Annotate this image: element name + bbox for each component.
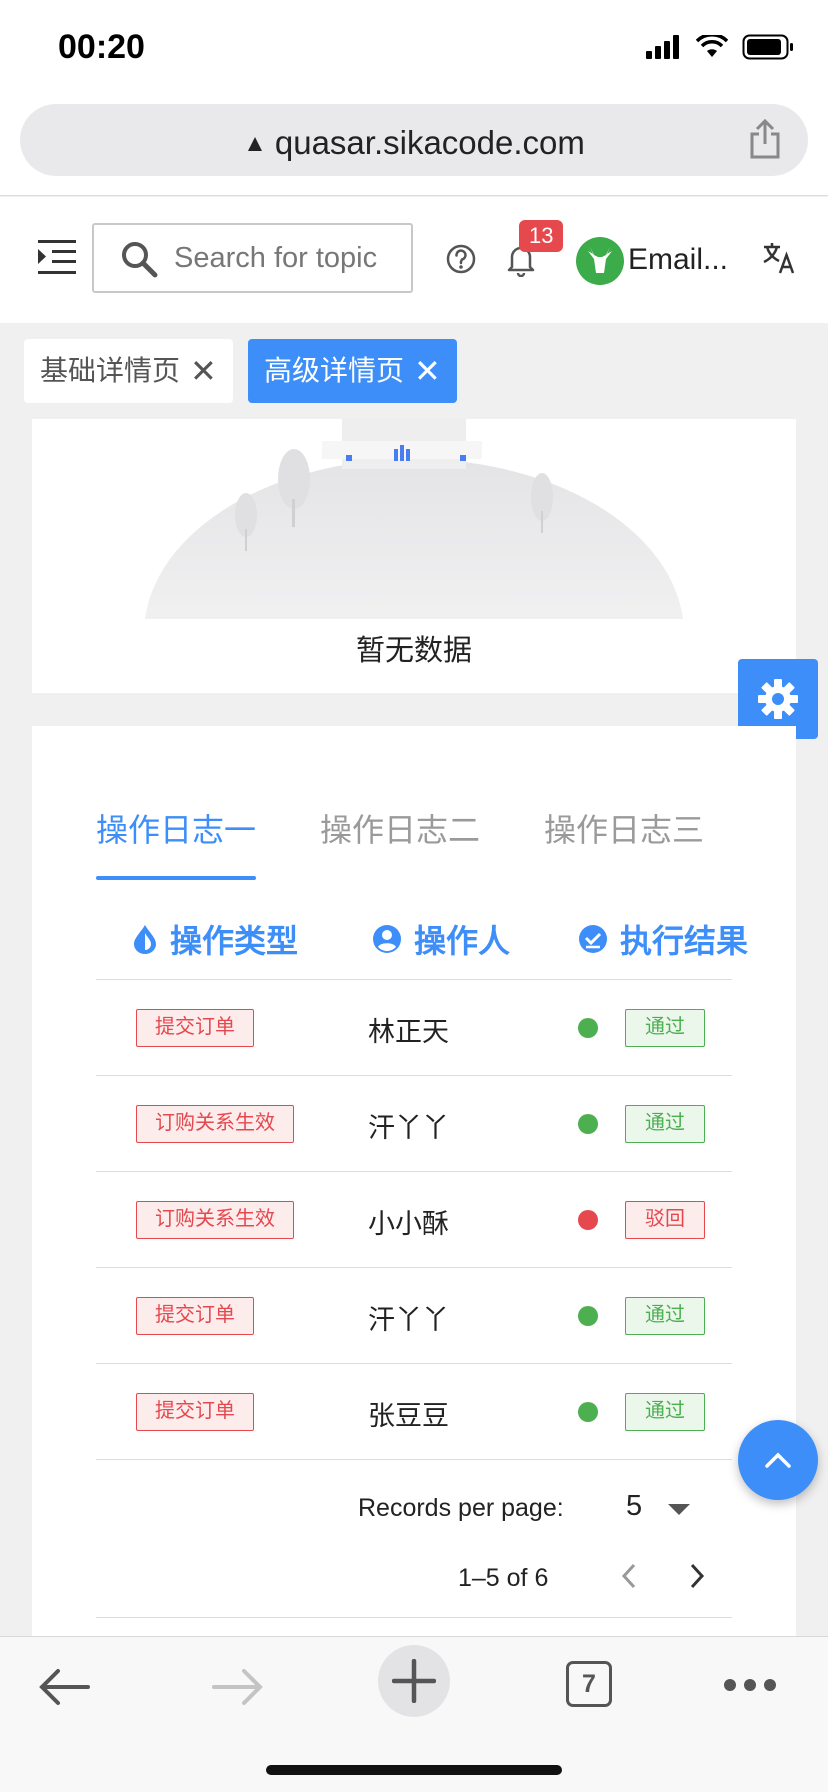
wifi-icon (696, 35, 728, 57)
page-tab-advanced-detail[interactable]: 高级详情页 ✕ (248, 339, 457, 403)
close-icon[interactable]: ✕ (190, 355, 217, 387)
tab-switcher-button[interactable]: 7 (566, 1661, 612, 1707)
operator-name: 汗丫丫 (368, 1113, 449, 1143)
result-badge: 通过 (625, 1393, 705, 1431)
back-arrow-icon[interactable] (38, 1667, 90, 1707)
more-dot (764, 1679, 776, 1691)
status-icons (646, 34, 794, 60)
operation-log-table: 操作类型 操作人 执行结果 提交订单 林正天 通过 订购关系生效 汗丫丫 通过 … (96, 884, 748, 1618)
table-row[interactable]: 提交订单 汗丫丫 通过 (96, 1268, 732, 1364)
status-dot (578, 1018, 598, 1038)
new-tab-button[interactable] (378, 1645, 450, 1717)
empty-card: 暂无数据 (32, 419, 796, 693)
deer-logo-icon (588, 247, 612, 273)
table-row[interactable]: 提交订单 林正天 通过 (96, 980, 732, 1076)
address-bar[interactable]: ▲ quasar.sikacode.com (20, 104, 808, 176)
search-icon (122, 242, 158, 278)
more-dot (744, 1679, 756, 1691)
table-row[interactable]: 提交订单 张豆豆 通过 (96, 1364, 732, 1460)
account-circle-icon (373, 925, 401, 953)
operation-type-tag: 提交订单 (136, 1009, 254, 1047)
page-tabs: 基础详情页 ✕ 高级详情页 ✕ (0, 323, 828, 419)
operation-type-tag: 提交订单 (136, 1393, 254, 1431)
table-row[interactable]: 订购关系生效 小小酥 驳回 (96, 1172, 732, 1268)
status-dot (578, 1210, 598, 1230)
menu-toggle-icon[interactable] (38, 239, 76, 275)
empty-illustration (145, 419, 683, 619)
signal-icon (646, 35, 679, 59)
column-header-person[interactable]: 操作人 (372, 916, 510, 962)
page-tab-label: 基础详情页 (40, 355, 181, 386)
scroll-to-top-button[interactable] (738, 1420, 818, 1500)
chevron-right-icon[interactable] (686, 1562, 708, 1590)
status-dot (578, 1402, 598, 1422)
search-box[interactable] (92, 223, 413, 293)
active-tab-indicator (96, 876, 256, 880)
app-header: 13 Email... (0, 197, 828, 323)
operation-type-tag: 订购关系生效 (136, 1201, 294, 1239)
browser-toolbar: 7 (0, 1636, 828, 1792)
plus-icon (392, 1659, 436, 1703)
log-tabs: 操作日志一 操作日志二 操作日志三 (96, 780, 736, 890)
column-header-result[interactable]: 执行结果 (578, 916, 748, 962)
check-circle-icon (579, 925, 607, 953)
status-dot (578, 1114, 598, 1134)
operator-name: 张豆豆 (368, 1401, 449, 1431)
result-badge: 驳回 (625, 1201, 705, 1239)
status-time: 00:20 (58, 28, 145, 66)
operator-name: 汗丫丫 (368, 1305, 449, 1335)
more-dot (724, 1679, 736, 1691)
translate-icon[interactable] (762, 241, 796, 275)
result-badge: 通过 (625, 1297, 705, 1335)
page-tab-label: 高级详情页 (264, 355, 405, 386)
status-dot (578, 1306, 598, 1326)
user-name[interactable]: Email... (628, 243, 728, 277)
chevron-left-icon[interactable] (618, 1562, 640, 1590)
close-icon[interactable]: ✕ (414, 355, 441, 387)
battery-icon (742, 34, 793, 60)
result-badge: 通过 (625, 1105, 705, 1143)
operator-name: 林正天 (368, 1017, 449, 1047)
url-text: quasar.sikacode.com (274, 124, 585, 161)
pagination-range: 1–5 of 6 (458, 1564, 549, 1592)
browser-url-area: ▲ quasar.sikacode.com (0, 96, 828, 196)
operator-name: 小小酥 (368, 1209, 449, 1239)
notification-badge: 13 (519, 220, 564, 252)
status-bar: 00:20 (0, 0, 828, 96)
table-header: 操作类型 操作人 执行结果 (96, 884, 748, 980)
warning-icon: ▲ (243, 130, 267, 157)
column-header-label: 操作人 (414, 923, 511, 959)
operation-type-tag: 提交订单 (136, 1297, 254, 1335)
caret-down-icon[interactable] (668, 1504, 690, 1515)
chevron-up-icon (765, 1452, 791, 1468)
table-pagination: Records per page: 5 1–5 of 6 (96, 1460, 732, 1618)
search-input[interactable] (174, 225, 404, 291)
empty-text: 暂无数据 (355, 635, 472, 667)
gear-icon (758, 679, 798, 719)
tab-log-1[interactable]: 操作日志一 (96, 780, 256, 880)
share-icon[interactable] (748, 118, 782, 160)
avatar[interactable] (576, 237, 624, 285)
result-badge: 通过 (625, 1009, 705, 1047)
column-header-label: 操作类型 (170, 923, 299, 959)
records-per-page-select[interactable]: 5 (626, 1490, 642, 1523)
forward-arrow-icon[interactable] (212, 1667, 264, 1707)
operation-type-tag: 订购关系生效 (136, 1105, 294, 1143)
tab-log-3[interactable]: 操作日志三 (544, 780, 704, 880)
drop-icon (134, 925, 156, 954)
operation-log-card: 操作日志一 操作日志二 操作日志三 操作类型 操作人 执行结果 提交订单 林正天… (32, 726, 796, 1636)
column-header-type[interactable]: 操作类型 (132, 916, 298, 962)
home-indicator (266, 1765, 562, 1775)
page-tab-basic-detail[interactable]: 基础详情页 ✕ (24, 339, 233, 403)
column-header-label: 执行结果 (620, 923, 749, 959)
help-icon[interactable] (446, 244, 476, 274)
more-options-button[interactable] (724, 1679, 776, 1691)
records-per-page-label: Records per page: (358, 1494, 564, 1522)
table-row[interactable]: 订购关系生效 汗丫丫 通过 (96, 1076, 732, 1172)
tab-log-2[interactable]: 操作日志二 (320, 780, 480, 880)
